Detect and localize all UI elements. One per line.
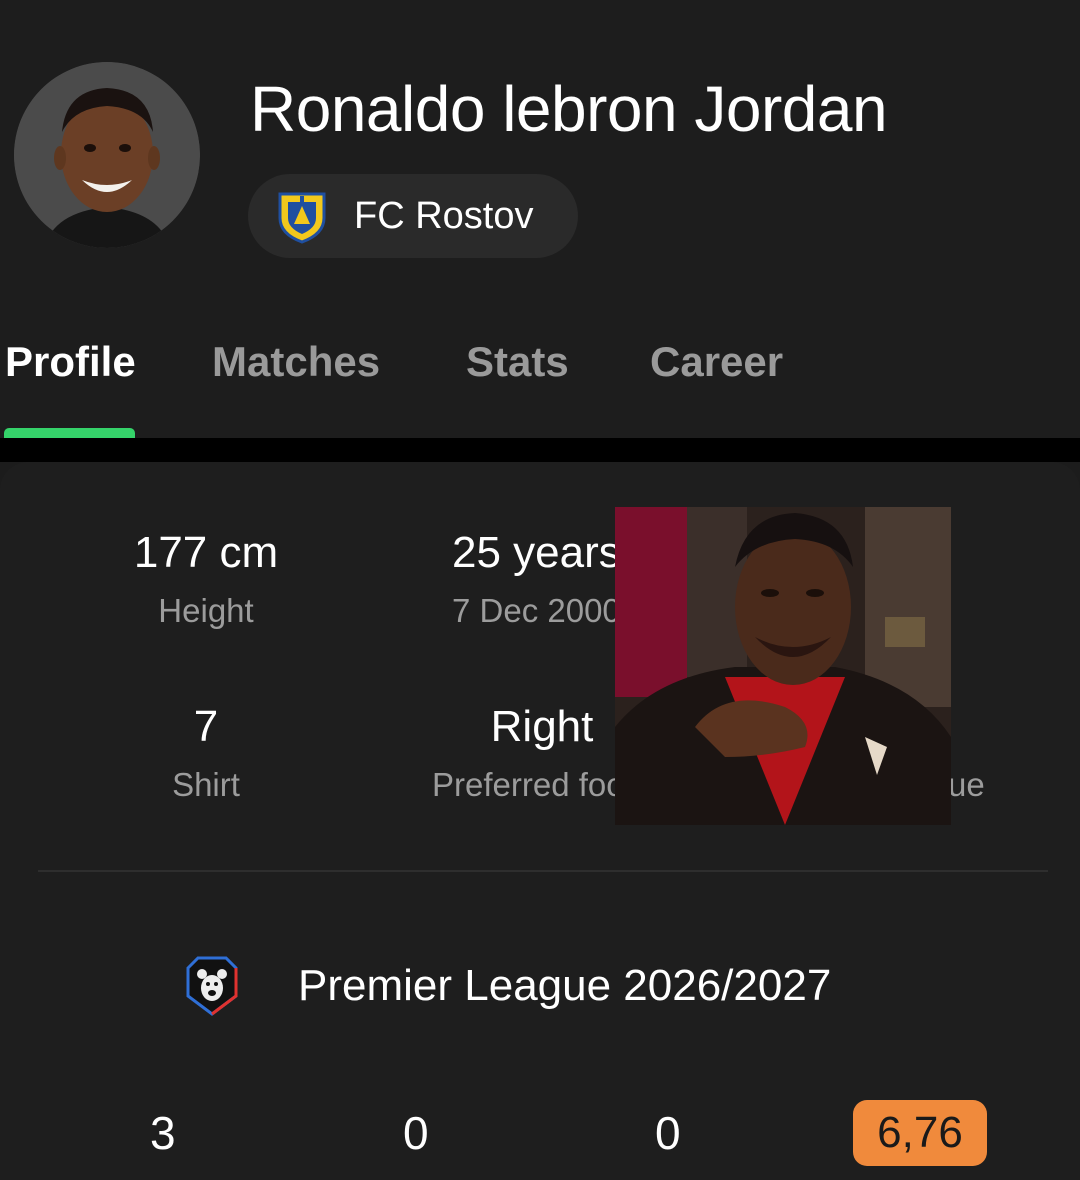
league-name: Premier League 2026/2027 (298, 961, 832, 1010)
season-stat-assists: 0 (655, 1107, 681, 1159)
section-divider (0, 438, 1080, 462)
player-avatar[interactable] (14, 62, 200, 248)
player-profile-screen: Ronaldo lebron Jordan FC Rostov Profile … (0, 0, 1080, 1180)
card-divider (38, 870, 1048, 872)
shirt-stat: 7 Shirt (56, 702, 356, 804)
height-stat: 177 cm Height (56, 528, 356, 630)
birth-date-label: 7 Dec 2000 (452, 592, 621, 629)
bear-league-icon (186, 956, 238, 1016)
age-value: 25 years (452, 528, 621, 577)
shirt-value: 7 (193, 702, 219, 751)
season-stat-goals: 0 (403, 1107, 429, 1159)
overlay-photo-image (615, 507, 951, 825)
profile-tabs: Profile Matches Stats Career (0, 300, 1080, 438)
rating-badge: 6,76 (853, 1100, 987, 1166)
shirt-label: Shirt (172, 766, 240, 803)
active-tab-indicator (4, 428, 135, 438)
tab-matches[interactable]: Matches (212, 338, 380, 386)
age-stat: 25 years 7 Dec 2000 (452, 528, 621, 630)
team-chip[interactable]: FC Rostov (248, 174, 578, 258)
fc-rostov-crest-icon (278, 192, 326, 244)
league-row[interactable]: Premier League 2026/2027 (178, 952, 831, 1020)
team-name: FC Rostov (354, 194, 534, 237)
avatar-image (14, 62, 200, 248)
tab-stats[interactable]: Stats (466, 338, 569, 386)
height-label: Height (158, 592, 254, 629)
player-header: Ronaldo lebron Jordan FC Rostov (0, 0, 1080, 300)
tab-profile[interactable]: Profile (5, 338, 136, 386)
tab-career[interactable]: Career (650, 338, 783, 386)
height-value: 177 cm (133, 528, 279, 577)
market-value-label: ue (948, 766, 985, 803)
overlay-photo (615, 507, 951, 825)
player-name: Ronaldo lebron Jordan (250, 73, 888, 145)
season-stat-appearances: 3 (150, 1107, 176, 1159)
